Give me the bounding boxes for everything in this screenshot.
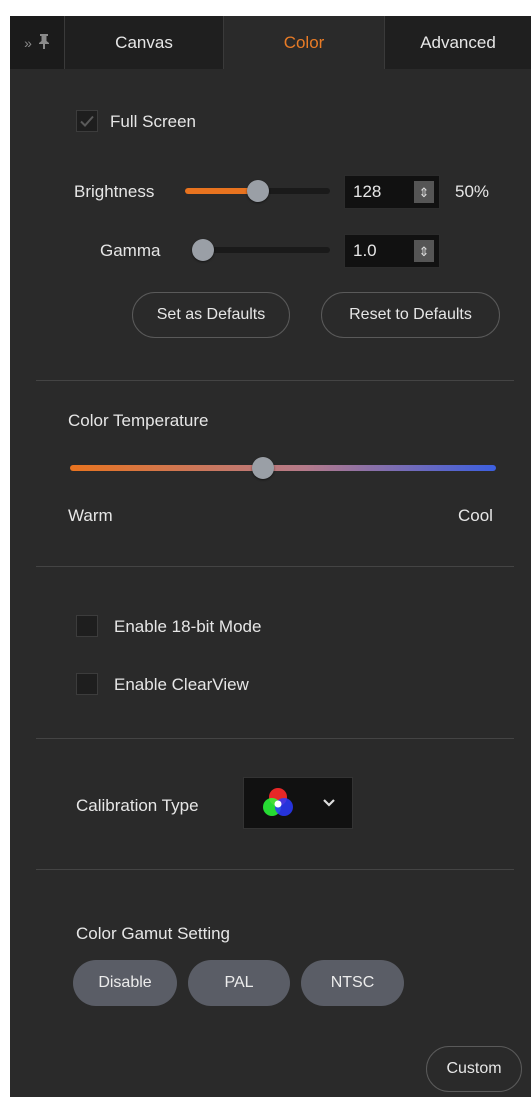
divider (36, 738, 514, 739)
tab-color[interactable]: Color (224, 16, 384, 69)
gamma-spinbox[interactable]: 1.0 ⇕ (344, 234, 440, 268)
gamut-ntsc-button[interactable]: NTSC (301, 960, 404, 1006)
gamut-pal-button[interactable]: PAL (188, 960, 290, 1006)
color-gamut-label: Color Gamut Setting (76, 924, 231, 943)
tab-bar: » Canvas Color Advanced (10, 16, 531, 69)
brightness-value: 128 (353, 182, 382, 201)
reset-defaults-button[interactable]: Reset to Defaults (321, 292, 500, 338)
tab-canvas[interactable]: Canvas (64, 16, 224, 69)
divider (36, 566, 514, 567)
gamma-thumb[interactable] (192, 239, 214, 261)
full-screen-checkbox[interactable] (76, 110, 98, 132)
full-screen-label: Full Screen (110, 112, 196, 131)
enable-clearview-checkbox[interactable] (76, 673, 98, 695)
color-temperature-slider[interactable] (70, 457, 496, 479)
divider (36, 380, 514, 381)
enable-18bit-checkbox[interactable] (76, 615, 98, 637)
brightness-label: Brightness (74, 182, 155, 201)
chevron-down-icon (323, 799, 335, 807)
warm-label: Warm (68, 506, 113, 525)
cool-label: Cool (458, 506, 493, 525)
brightness-thumb[interactable] (247, 180, 269, 202)
enable-clearview-label: Enable ClearView (114, 675, 249, 694)
enable-18bit-label: Enable 18-bit Mode (114, 617, 262, 636)
rgb-circles-icon (263, 788, 293, 816)
calibration-type-select[interactable] (243, 777, 353, 829)
custom-button[interactable]: Custom (426, 1046, 522, 1092)
expand-arrows-icon[interactable]: » (24, 35, 32, 51)
gamma-value: 1.0 (353, 241, 377, 260)
pin-icon[interactable] (38, 33, 50, 52)
pin-area: » (10, 16, 64, 69)
color-temperature-thumb[interactable] (252, 457, 274, 479)
brightness-spinbox[interactable]: 128 ⇕ (344, 175, 440, 209)
color-temperature-title: Color Temperature (68, 411, 209, 430)
set-defaults-button[interactable]: Set as Defaults (132, 292, 290, 338)
brightness-percent: 50% (455, 182, 490, 201)
brightness-slider[interactable] (185, 180, 330, 202)
divider (36, 869, 514, 870)
checkmark-icon (80, 115, 94, 127)
gamma-slider[interactable] (192, 239, 330, 261)
spin-arrows-icon[interactable]: ⇕ (414, 240, 434, 262)
settings-panel: » Canvas Color Advanced Full Screen Brig… (10, 16, 531, 1097)
tab-advanced[interactable]: Advanced (384, 16, 531, 69)
calibration-type-label: Calibration Type (76, 796, 199, 815)
gamut-disable-button[interactable]: Disable (73, 960, 177, 1006)
gamma-label: Gamma (100, 241, 161, 260)
spin-arrows-icon[interactable]: ⇕ (414, 181, 434, 203)
